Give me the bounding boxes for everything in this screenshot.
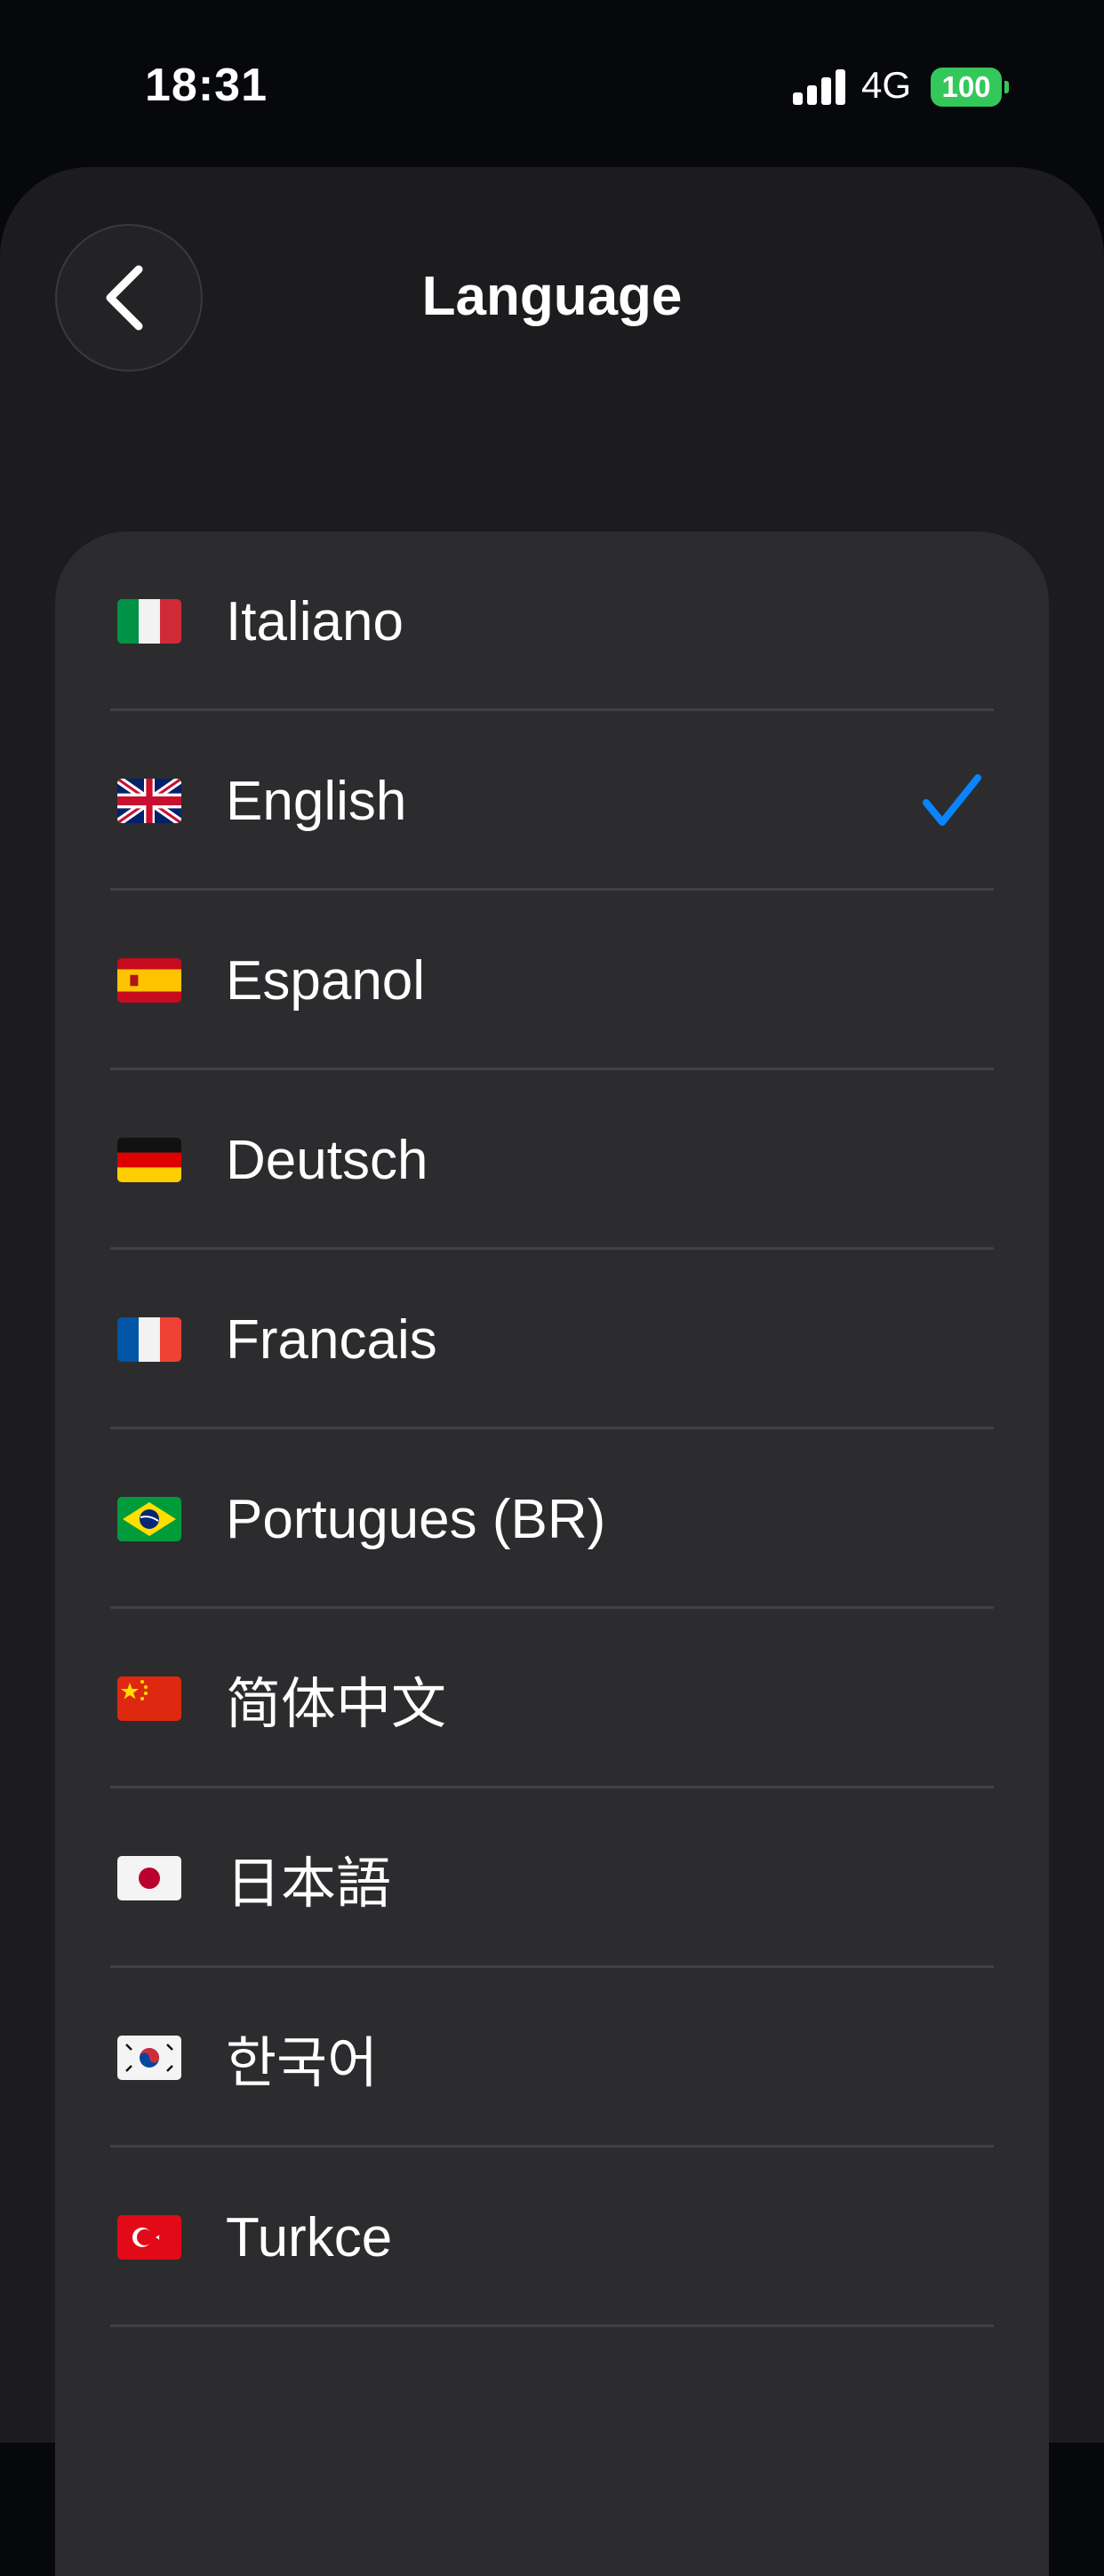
language-row-italiano[interactable]: Italiano (55, 532, 1049, 711)
cellular-signal-icon (793, 68, 846, 105)
language-row-francais[interactable]: Francais (55, 1250, 1049, 1429)
language-row-english[interactable]: English (55, 711, 1049, 891)
checkmark-icon (923, 774, 981, 826)
language-row-japanese[interactable]: 日本語 (55, 1788, 1049, 1968)
battery-icon: 100 (931, 68, 1002, 107)
language-label: English (226, 770, 407, 832)
uk-flag-icon (117, 779, 181, 823)
status-time: 18:31 (145, 60, 268, 111)
turkey-flag-icon (117, 2215, 181, 2260)
italy-flag-icon (117, 599, 181, 644)
battery-cap (1004, 81, 1009, 93)
japan-flag-icon (117, 1856, 181, 1900)
language-row-espanol[interactable]: Espanol (55, 891, 1049, 1070)
page-title: Language (421, 266, 683, 327)
language-row-chinese-simplified[interactable]: 简体中文 (55, 1609, 1049, 1788)
france-flag-icon (117, 1317, 181, 1362)
language-label: Portugues (BR) (226, 1488, 606, 1550)
language-list: Italiano English Espanol Deutsch Francai… (55, 532, 1049, 2576)
status-bar: 18:31 4G 100 (0, 0, 1104, 169)
language-row-portugues-br[interactable]: Portugues (BR) (55, 1429, 1049, 1609)
brazil-flag-icon (117, 1497, 181, 1541)
china-flag-icon (117, 1676, 181, 1721)
language-sheet: Language Italiano English Espanol Deutsc… (0, 167, 1104, 2576)
language-row-deutsch[interactable]: Deutsch (55, 1070, 1049, 1250)
language-label: Francais (226, 1308, 437, 1371)
language-label: 简体中文 (226, 1674, 447, 1735)
spain-flag-icon (117, 958, 181, 1003)
language-label: Turkce (226, 2206, 393, 2268)
language-label: Espanol (226, 949, 426, 1012)
language-row-turkce[interactable]: Turkce (55, 2148, 1049, 2327)
germany-flag-icon (117, 1138, 181, 1182)
network-type: 4G (861, 64, 912, 106)
language-label: Deutsch (226, 1129, 428, 1191)
language-label: 한국어 (226, 2033, 379, 2094)
language-row-korean[interactable]: 한국어 (55, 1968, 1049, 2148)
language-label: 日本語 (226, 1853, 392, 1915)
language-label: Italiano (226, 590, 404, 652)
korea-flag-icon (117, 2036, 181, 2080)
